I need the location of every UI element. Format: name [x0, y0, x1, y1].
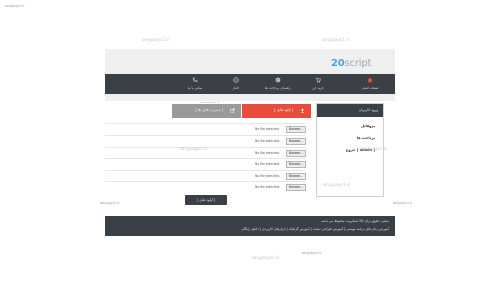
watermark: anypaycl.ir [100, 201, 120, 205]
file-status: No file selected. [255, 151, 280, 155]
main-nav: صفحه اصلی خرید ارز ? راهنمای پرداخت ها ا… [105, 74, 395, 94]
tab-upload[interactable]: [ آپلود فایل ] [242, 104, 311, 118]
file-upload-row: No file selected. Browse... [105, 158, 306, 170]
svg-text:?: ? [277, 78, 279, 82]
nav-item-home[interactable]: صفحه اصلی [347, 74, 393, 94]
home-icon [367, 77, 373, 83]
nav-item-news[interactable]: اخبار [213, 74, 259, 94]
footer-copyright: تمامی حقوق برای 20 اسکریپت محفوظ می باشد [321, 219, 389, 223]
browse-button[interactable]: Browse... [286, 150, 306, 157]
tab-manage-files[interactable]: [ مدیریت فایل ها ] [172, 104, 241, 118]
browse-button[interactable]: Browse... [286, 184, 306, 191]
upload-submit-button[interactable]: [ آپلود فایل ] [185, 195, 227, 205]
file-status: No file selected. [255, 127, 280, 131]
help-icon: ? [275, 77, 281, 83]
file-status: No file selected. [255, 139, 280, 143]
browse-button[interactable]: Browse... [286, 138, 306, 145]
watermark: anypaycl.ir [302, 251, 322, 255]
file-upload-row: No file selected. Browse... [105, 135, 306, 147]
file-upload-row: No file selected. Browse... [105, 181, 306, 193]
sidebar-link-profile[interactable]: پروفایل [361, 124, 375, 128]
browse-button[interactable]: Browse... [286, 126, 306, 133]
watermark: anypaycl.ir [360, 147, 388, 152]
file-status: No file selected. [255, 174, 280, 178]
watermark: anypaycl.ir [323, 183, 351, 188]
watermark: anypaycl.ir [5, 4, 25, 8]
nav-item-buy[interactable]: خرید ارز [295, 74, 341, 94]
external-link-icon [230, 108, 235, 113]
file-status: No file selected. [255, 185, 280, 189]
browse-button[interactable]: Browse... [286, 161, 306, 168]
file-status: No file selected. [255, 162, 280, 166]
site-footer: تمامی حقوق برای 20 اسکریپت محفوظ می باشد… [105, 216, 395, 236]
browse-button[interactable]: Browse... [286, 173, 306, 180]
nav-item-help[interactable]: ? راهنمای پرداخت ها [255, 74, 301, 94]
file-upload-row: No file selected. Browse... [105, 123, 306, 135]
watermark: anypaycl.ir [252, 256, 280, 261]
watermark: anypaycl.ir [322, 38, 350, 43]
watermark: anypaycl.ir [142, 38, 170, 43]
sidebar-link-payments[interactable]: پرداخت ها [357, 136, 375, 140]
sidebar-title: ورود کاربران [317, 104, 383, 117]
footer-links[interactable]: آموزش زبان های برنامه نویسی | آموزش طراح… [241, 227, 389, 231]
globe-icon [233, 77, 239, 83]
phone-icon [192, 77, 198, 82]
upload-icon [301, 108, 304, 113]
cart-icon [315, 77, 321, 83]
nav-item-contact[interactable]: تماس با ما [172, 74, 218, 94]
watermark: anypaycl.ir [393, 201, 413, 205]
site-logo[interactable]: 20script [331, 58, 371, 69]
watermark: anypaycl.ir [180, 147, 208, 152]
